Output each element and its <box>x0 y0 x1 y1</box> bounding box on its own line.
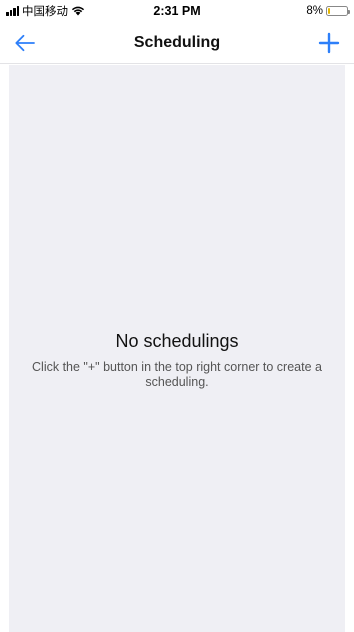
plus-icon <box>318 32 340 54</box>
status-left: 中国移动 <box>6 3 85 19</box>
carrier-name: 中国移动 <box>22 6 68 18</box>
add-scheduling-button[interactable] <box>308 22 350 64</box>
empty-state-title: No schedulings <box>115 331 239 351</box>
empty-state-description: Click the "+" button in the top right co… <box>32 360 322 389</box>
arrow-left-icon <box>15 34 35 52</box>
navigation-bar: Scheduling <box>0 22 354 64</box>
status-right: 8% <box>306 5 350 17</box>
status-bar: 中国移动 2:31 PM 8% <box>0 0 354 22</box>
wifi-icon <box>71 6 85 16</box>
app-screen: 中国移动 2:31 PM 8% Scheduling No scheduling… <box>0 0 354 632</box>
battery-percent: 8% <box>306 5 323 17</box>
back-button[interactable] <box>4 22 46 64</box>
signal-icon <box>6 6 19 16</box>
page-title: Scheduling <box>133 33 221 51</box>
battery-level-fill <box>328 8 331 14</box>
battery-icon <box>326 6 350 16</box>
scheduling-list-area: No schedulings Click the "+" button in t… <box>9 65 345 632</box>
